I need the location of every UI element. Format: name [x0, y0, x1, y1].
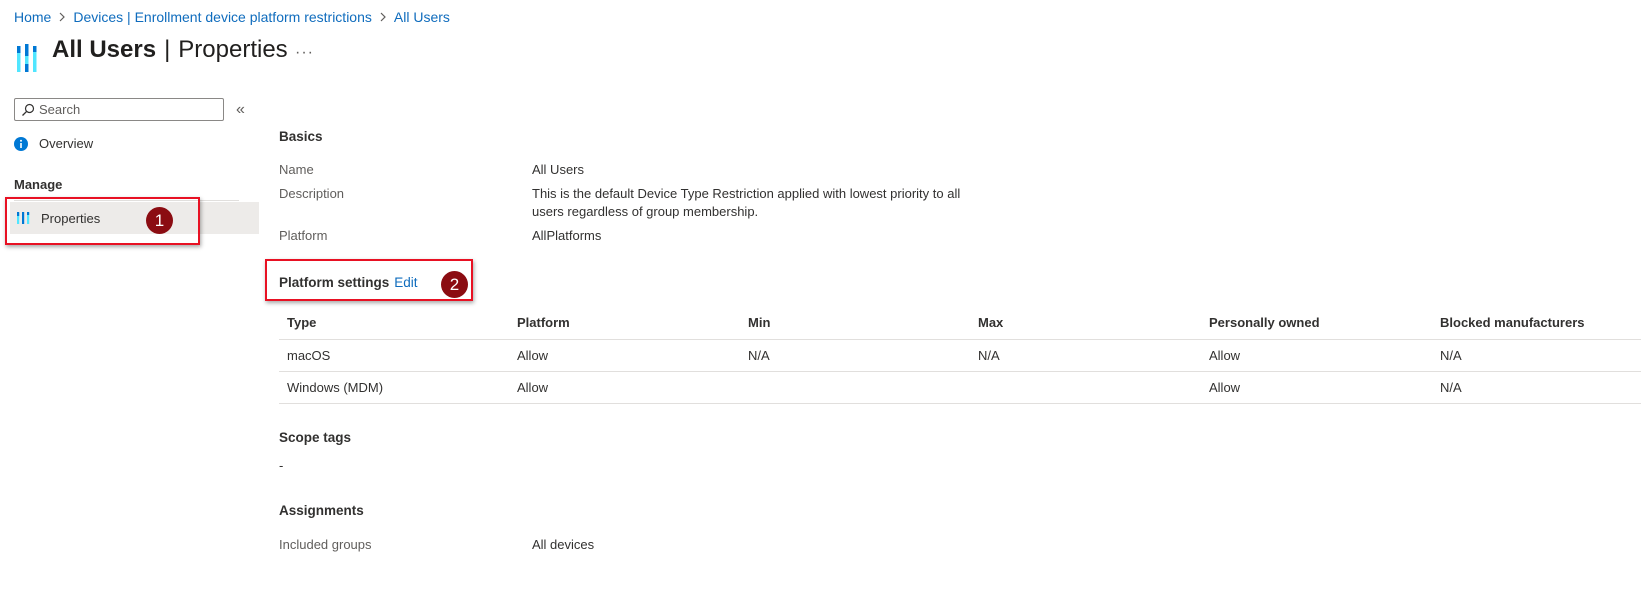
- included-groups-value: All devices: [532, 537, 595, 552]
- table-cell: [740, 371, 970, 404]
- breadcrumb-all-users[interactable]: All Users: [394, 9, 450, 25]
- table-row: macOS Allow N/A N/A Allow N/A: [279, 339, 1641, 372]
- breadcrumb: Home Devices | Enrollment device platfor…: [14, 8, 450, 26]
- table-cell: [970, 371, 1201, 404]
- table-cell: Allow: [509, 339, 740, 372]
- description-value-line-1: This is the default Device Type Restrict…: [532, 186, 961, 201]
- scope-tags-value: -: [279, 458, 284, 473]
- page-title-main: All Users: [52, 36, 157, 63]
- section-assignments-heading: Assignments: [279, 503, 364, 518]
- page-title-separator: |: [164, 36, 171, 63]
- callout-badge-2: 2: [441, 271, 468, 298]
- table-header-row: Type Platform Min Max Personally owned B…: [279, 306, 1641, 340]
- description-label: Description: [279, 186, 345, 201]
- section-basics-heading: Basics: [279, 129, 323, 144]
- breadcrumb-enrollment-restrictions[interactable]: Devices | Enrollment device platform res…: [73, 9, 372, 25]
- table-cell: macOS: [279, 339, 509, 372]
- table-cell: N/A: [970, 339, 1201, 372]
- column-header-min: Min: [740, 306, 970, 340]
- chevron-right-icon: [51, 8, 73, 26]
- table-row: Windows (MDM) Allow Allow N/A: [279, 371, 1641, 404]
- page-title: All Users | Properties: [52, 36, 288, 64]
- page-title-sub: Properties: [178, 36, 288, 63]
- table-cell: Allow: [1201, 371, 1432, 404]
- table-cell: N/A: [1432, 371, 1641, 404]
- more-options-button[interactable]: ···: [295, 44, 314, 62]
- callout-badge-1: 1: [146, 207, 173, 234]
- sidebar-item-label: Overview: [39, 136, 94, 151]
- included-groups-label: Included groups: [279, 537, 372, 552]
- table-cell: N/A: [740, 339, 970, 372]
- column-header-type: Type: [279, 306, 509, 340]
- breadcrumb-home[interactable]: Home: [14, 9, 51, 25]
- platform-value: AllPlatforms: [532, 228, 602, 243]
- description-value-line-2: users regardless of group membership.: [532, 204, 759, 219]
- search-input[interactable]: [39, 102, 219, 117]
- search-box[interactable]: [14, 98, 224, 121]
- collapse-sidebar-button[interactable]: «: [236, 101, 245, 119]
- column-header-max: Max: [970, 306, 1201, 340]
- table-cell: Allow: [509, 371, 740, 404]
- column-header-platform: Platform: [509, 306, 740, 340]
- column-header-blocked-manufacturers: Blocked manufacturers: [1432, 306, 1641, 340]
- table-cell: Allow: [1201, 339, 1432, 372]
- search-icon: [21, 103, 35, 117]
- device-restriction-icon: [15, 42, 41, 74]
- section-scope-tags-heading: Scope tags: [279, 430, 352, 445]
- info-icon: [14, 136, 28, 151]
- sidebar-section-manage: Manage: [14, 177, 63, 192]
- sidebar-item-overview[interactable]: Overview: [14, 136, 93, 151]
- platform-settings-table: Type Platform Min Max Personally owned B…: [279, 306, 1641, 404]
- column-header-personally-owned: Personally owned: [1201, 306, 1432, 340]
- table-cell: N/A: [1432, 339, 1641, 372]
- name-label: Name: [279, 162, 314, 177]
- table-cell: Windows (MDM): [279, 371, 509, 404]
- chevron-right-icon: [372, 8, 394, 26]
- name-value: All Users: [532, 162, 585, 177]
- platform-label: Platform: [279, 228, 328, 243]
